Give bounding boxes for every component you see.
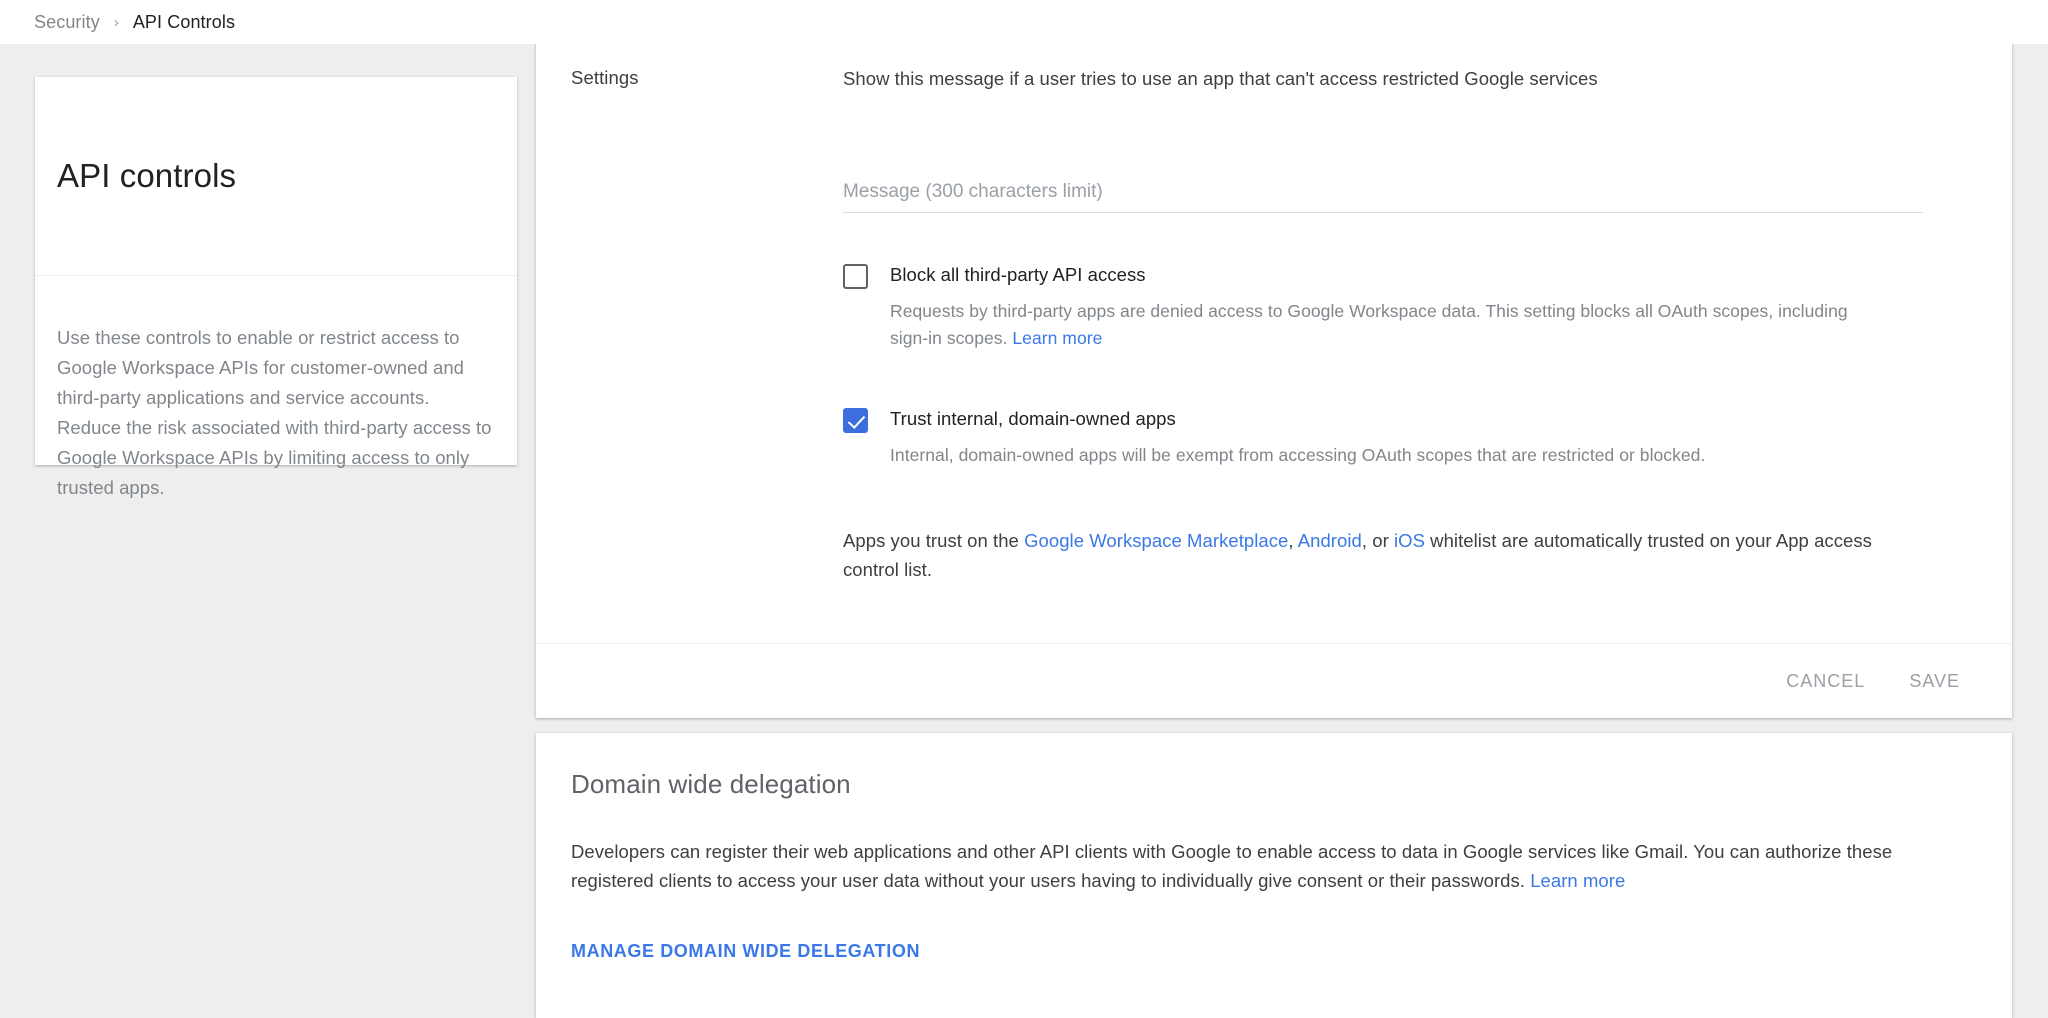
domain-wide-delegation-card: Domain wide delegation Developers can re… — [536, 733, 2012, 1018]
settings-card: Settings Show this message if a user tri… — [536, 14, 2012, 718]
info-card-header: API controls — [35, 77, 517, 276]
settings-section-label: Settings — [571, 67, 639, 88]
android-link[interactable]: Android — [1298, 530, 1362, 551]
trust-note-part2: , — [1288, 530, 1298, 551]
checkbox-label-trust-internal-apps[interactable]: Trust internal, domain-owned apps — [890, 406, 1953, 432]
trust-note-part3: , or — [1361, 530, 1394, 551]
save-button[interactable]: SAVE — [1887, 661, 1982, 702]
restricted-services-message-label: Show this message if a user tries to use… — [843, 68, 1598, 89]
breadcrumb-parent-security[interactable]: Security — [34, 12, 100, 33]
info-card-body: Use these controls to enable or restrict… — [35, 276, 517, 503]
page-title: API controls — [57, 157, 237, 194]
block-third-party-learn-more-link[interactable]: Learn more — [1012, 328, 1102, 348]
page-body: API controls Use these controls to enabl… — [0, 14, 2048, 1018]
checkbox-description-block-third-party: Requests by third-party apps are denied … — [890, 298, 1890, 352]
checkbox-row-trust-internal-apps[interactable]: Trust internal, domain-owned apps Intern… — [843, 406, 1953, 469]
breadcrumb-bar: Security › API Controls — [0, 0, 2048, 44]
breadcrumb-current-api-controls: API Controls — [132, 11, 236, 32]
checkbox-row-block-third-party[interactable]: Block all third-party API access Request… — [843, 262, 1953, 352]
settings-content: Show this message if a user tries to use… — [843, 66, 1953, 584]
domain-wide-delegation-description: Developers can register their web applic… — [571, 837, 1977, 895]
trust-internal-domain-owned-apps-checkbox[interactable] — [843, 408, 868, 433]
settings-inner: Settings Show this message if a user tri… — [536, 14, 2012, 642]
delegation-learn-more-link[interactable]: Learn more — [1530, 870, 1625, 891]
manage-domain-wide-delegation-button[interactable]: MANAGE DOMAIN WIDE DELEGATION — [571, 941, 920, 962]
api-controls-info-card: API controls Use these controls to enabl… — [35, 77, 517, 498]
checkbox-label-block-third-party[interactable]: Block all third-party API access — [890, 262, 1953, 288]
delegation-desc-text: Developers can register their web applic… — [571, 841, 1893, 891]
trusted-apps-note: Apps you trust on the Google Workspace M… — [843, 526, 1898, 584]
info-card-description: Use these controls to enable or restrict… — [57, 326, 492, 498]
google-workspace-marketplace-link[interactable]: Google Workspace Marketplace — [1024, 530, 1288, 551]
restricted-message-input[interactable] — [843, 181, 1923, 213]
ios-link[interactable]: iOS — [1394, 530, 1425, 551]
trust-note-part1: Apps you trust on the — [843, 530, 1025, 551]
checkbox-description-trust-internal-apps: Internal, domain-owned apps will be exem… — [890, 445, 1706, 465]
settings-card-actions: CANCEL SAVE — [536, 643, 2012, 718]
block-all-third-party-api-access-checkbox[interactable] — [843, 264, 868, 289]
breadcrumb-separator-icon: › — [113, 13, 119, 31]
domain-wide-delegation-title: Domain wide delegation — [571, 769, 851, 799]
cancel-button[interactable]: CANCEL — [1764, 661, 1887, 702]
